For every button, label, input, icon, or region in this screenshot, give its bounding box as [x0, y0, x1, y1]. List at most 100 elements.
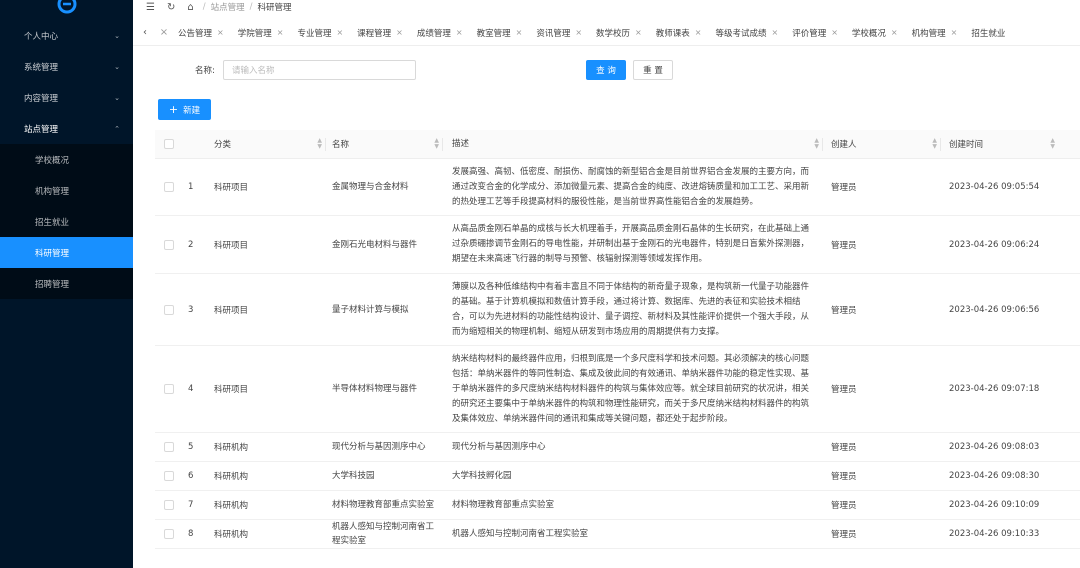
tab-3[interactable]: 课程管理 × — [350, 20, 410, 45]
header-created-time[interactable]: 创建时间 ▲ ▼ — [941, 130, 1059, 159]
sort-icon[interactable]: ▲ ▼ — [317, 138, 322, 150]
query-button[interactable]: 查 询 — [586, 60, 626, 80]
cell-description: 大学科技孵化园 — [452, 470, 512, 481]
row-checkbox[interactable] — [155, 442, 183, 452]
sidebar-menu-1[interactable]: 系统管理 ⌄ — [0, 51, 133, 82]
sidebar-menu-2[interactable]: 内容管理 ⌄ — [0, 82, 133, 113]
sidebar-menu-0[interactable]: 个人中心 ⌄ — [0, 20, 133, 51]
row-checkbox[interactable] — [155, 384, 183, 394]
name-search-input[interactable]: 请输入名称 — [223, 60, 416, 80]
tab-6[interactable]: 资讯管理 × — [529, 20, 589, 45]
table-row[interactable]: 2 科研项目 金刚石光电材料与器件 从高品质金刚石单晶的成核与长大机理着手，开展高品质… — [155, 216, 1080, 274]
tab-label: 课程管理 — [357, 28, 392, 39]
cell-created-time: 2023-04-26 09:08:03 — [949, 442, 1040, 452]
row-checkbox[interactable] — [155, 471, 183, 481]
tab-2[interactable]: 专业管理 × — [290, 20, 350, 45]
chevron-icon: ⌃ — [114, 124, 120, 133]
sidebar-item-2[interactable]: 招生就业 — [0, 206, 133, 237]
menu-fold-icon[interactable]: ☰ — [146, 2, 155, 13]
tab-close-icon[interactable]: × — [396, 28, 403, 37]
tab-13[interactable]: 招生就业 — [964, 20, 1012, 45]
submenu-site: 学校概况 机构管理 招生就业 科研管理 招聘管理 — [0, 144, 133, 299]
cell-name: 金刚石光电材料与器件 — [332, 239, 418, 250]
header-name[interactable]: 名称 ▲ ▼ — [326, 130, 443, 159]
breadcrumb-item[interactable]: 站点管理 — [211, 1, 245, 13]
sidebar-item-1[interactable]: 机构管理 — [0, 175, 133, 206]
home-icon[interactable]: ⌂ — [187, 2, 193, 13]
tab-close-icon[interactable]: × — [217, 28, 224, 37]
chevron-icon: ⌄ — [114, 93, 120, 102]
tab-5[interactable]: 教室管理 × — [470, 20, 530, 45]
table-header: 分类 ▲ ▼ 名称 ▲ ▼ 描述 ▲ ▼ 创建人 ▲ ▼ 创建时间 ▲ ▼ — [155, 130, 1080, 159]
row-checkbox[interactable] — [155, 304, 183, 315]
sidebar-menu-label: 站点管理 — [24, 124, 59, 135]
tab-0[interactable]: 公告管理 × — [171, 20, 231, 45]
sidebar-item-4[interactable]: 招聘管理 — [0, 268, 133, 299]
header-category[interactable]: 分类 ▲ ▼ — [209, 130, 326, 159]
tab-12[interactable]: 机构管理 × — [905, 20, 965, 45]
new-button[interactable]: + 新建 — [158, 99, 211, 120]
row-index: 6 — [188, 471, 194, 481]
table-row[interactable]: 3 科研项目 量子材料计算与模拟 薄膜以及各种低维结构中有着丰富且不同于体结构的新奇量… — [155, 274, 1080, 346]
sort-icon[interactable]: ▲ ▼ — [1050, 138, 1055, 150]
chevron-icon: ⌄ — [114, 62, 120, 71]
table-row[interactable]: 4 科研项目 半导体材料物理与器件 纳米结构材料的最终器件应用，归根到底是一个多尺度科… — [155, 346, 1080, 433]
tab-label: 教师课表 — [655, 28, 690, 39]
cell-creator: 管理员 — [831, 183, 857, 193]
tab-8[interactable]: 教师课表 × — [649, 20, 709, 45]
table-row[interactable]: 7 科研机构 材料物理教育部重点实验室 材料物理教育部重点实验室 管理员 2023-04-… — [155, 491, 1080, 520]
header-description[interactable]: 描述 ▲ ▼ — [443, 130, 823, 159]
close-icon[interactable]: × — [157, 27, 171, 38]
sidebar: 个人中心 ⌄ 系统管理 ⌄ 内容管理 ⌄ 站点管理 ⌃ 学校概况 机构管理 招生就业 科研管理 招聘管… — [0, 0, 133, 568]
tab-close-icon[interactable]: × — [695, 28, 702, 37]
tab-close-icon[interactable]: × — [831, 28, 838, 37]
sort-icon[interactable]: ▲ ▼ — [434, 138, 439, 150]
cell-name: 量子材料计算与模拟 — [332, 304, 409, 315]
cell-category: 科研项目 — [214, 385, 249, 395]
table-row[interactable]: 6 科研机构 大学科技园 大学科技孵化园 管理员 2023-04-26 09:08:30 — [155, 462, 1080, 491]
tab-close-icon[interactable]: × — [516, 28, 523, 37]
tab-11[interactable]: 学校概况 × — [845, 20, 905, 45]
row-checkbox[interactable] — [155, 239, 183, 250]
app-logo[interactable] — [0, 0, 133, 20]
tab-10[interactable]: 评价管理 × — [785, 20, 845, 45]
cell-description: 发展高强、高韧、低密度、耐损伤、耐腐蚀的新型铝合金是目前世界铝合金发展的主要方向… — [452, 166, 810, 207]
row-checkbox[interactable] — [155, 529, 183, 539]
tab-1[interactable]: 学院管理 × — [231, 20, 291, 45]
header-creator[interactable]: 创建人 ▲ ▼ — [823, 130, 941, 159]
tab-label: 资讯管理 — [536, 28, 571, 39]
table-row[interactable]: 5 科研机构 现代分析与基因测序中心 现代分析与基因测序中心 管理员 2023-04-26… — [155, 433, 1080, 462]
sidebar-menu-3[interactable]: 站点管理 ⌃ — [0, 113, 133, 144]
tab-close-icon[interactable]: × — [951, 28, 958, 37]
row-checkbox[interactable] — [155, 500, 183, 510]
row-index: 1 — [188, 182, 194, 192]
search-form: 名称: 请输入名称 查 询 重 置 — [133, 58, 1080, 82]
sort-icon[interactable]: ▲ ▼ — [932, 138, 937, 150]
refresh-icon[interactable]: ↻ — [167, 2, 175, 13]
cell-description: 材料物理教育部重点实验室 — [452, 499, 555, 510]
tab-close-icon[interactable]: × — [771, 28, 778, 37]
tab-4[interactable]: 成绩管理 × — [410, 20, 470, 45]
sidebar-item-0[interactable]: 学校概况 — [0, 144, 133, 175]
sidebar-item-3[interactable]: 科研管理 — [0, 237, 133, 268]
sidebar-menu-label: 个人中心 — [24, 31, 59, 42]
chevron-icon: ⌄ — [114, 31, 120, 40]
reset-button[interactable]: 重 置 — [633, 60, 673, 80]
tab-label: 公告管理 — [178, 28, 213, 39]
tab-close-icon[interactable]: × — [277, 28, 284, 37]
row-index: 8 — [188, 529, 194, 539]
tab-close-icon[interactable]: × — [456, 28, 463, 37]
table-row[interactable]: 8 科研机构 机器人感知与控制河南省工程实验室 机器人感知与控制河南省工程实验室 管理员… — [155, 520, 1080, 549]
tab-close-icon[interactable]: × — [575, 28, 582, 37]
tab-close-icon[interactable]: × — [891, 28, 898, 37]
tab-scroll-left-icon[interactable]: ‹ — [133, 27, 157, 38]
tab-close-icon[interactable]: × — [635, 28, 642, 37]
tab-label: 成绩管理 — [416, 28, 451, 39]
tab-7[interactable]: 数学校历 × — [589, 20, 649, 45]
table-row[interactable]: 1 科研项目 金属物理与合金材料 发展高强、高韧、低密度、耐损伤、耐腐蚀的新型铝合金是… — [155, 159, 1080, 216]
row-checkbox[interactable] — [155, 182, 183, 192]
tab-9[interactable]: 等级考试成绩 × — [708, 20, 785, 45]
sort-icon[interactable]: ▲ ▼ — [814, 138, 819, 150]
select-all-checkbox[interactable] — [155, 130, 183, 159]
tab-close-icon[interactable]: × — [336, 28, 343, 37]
